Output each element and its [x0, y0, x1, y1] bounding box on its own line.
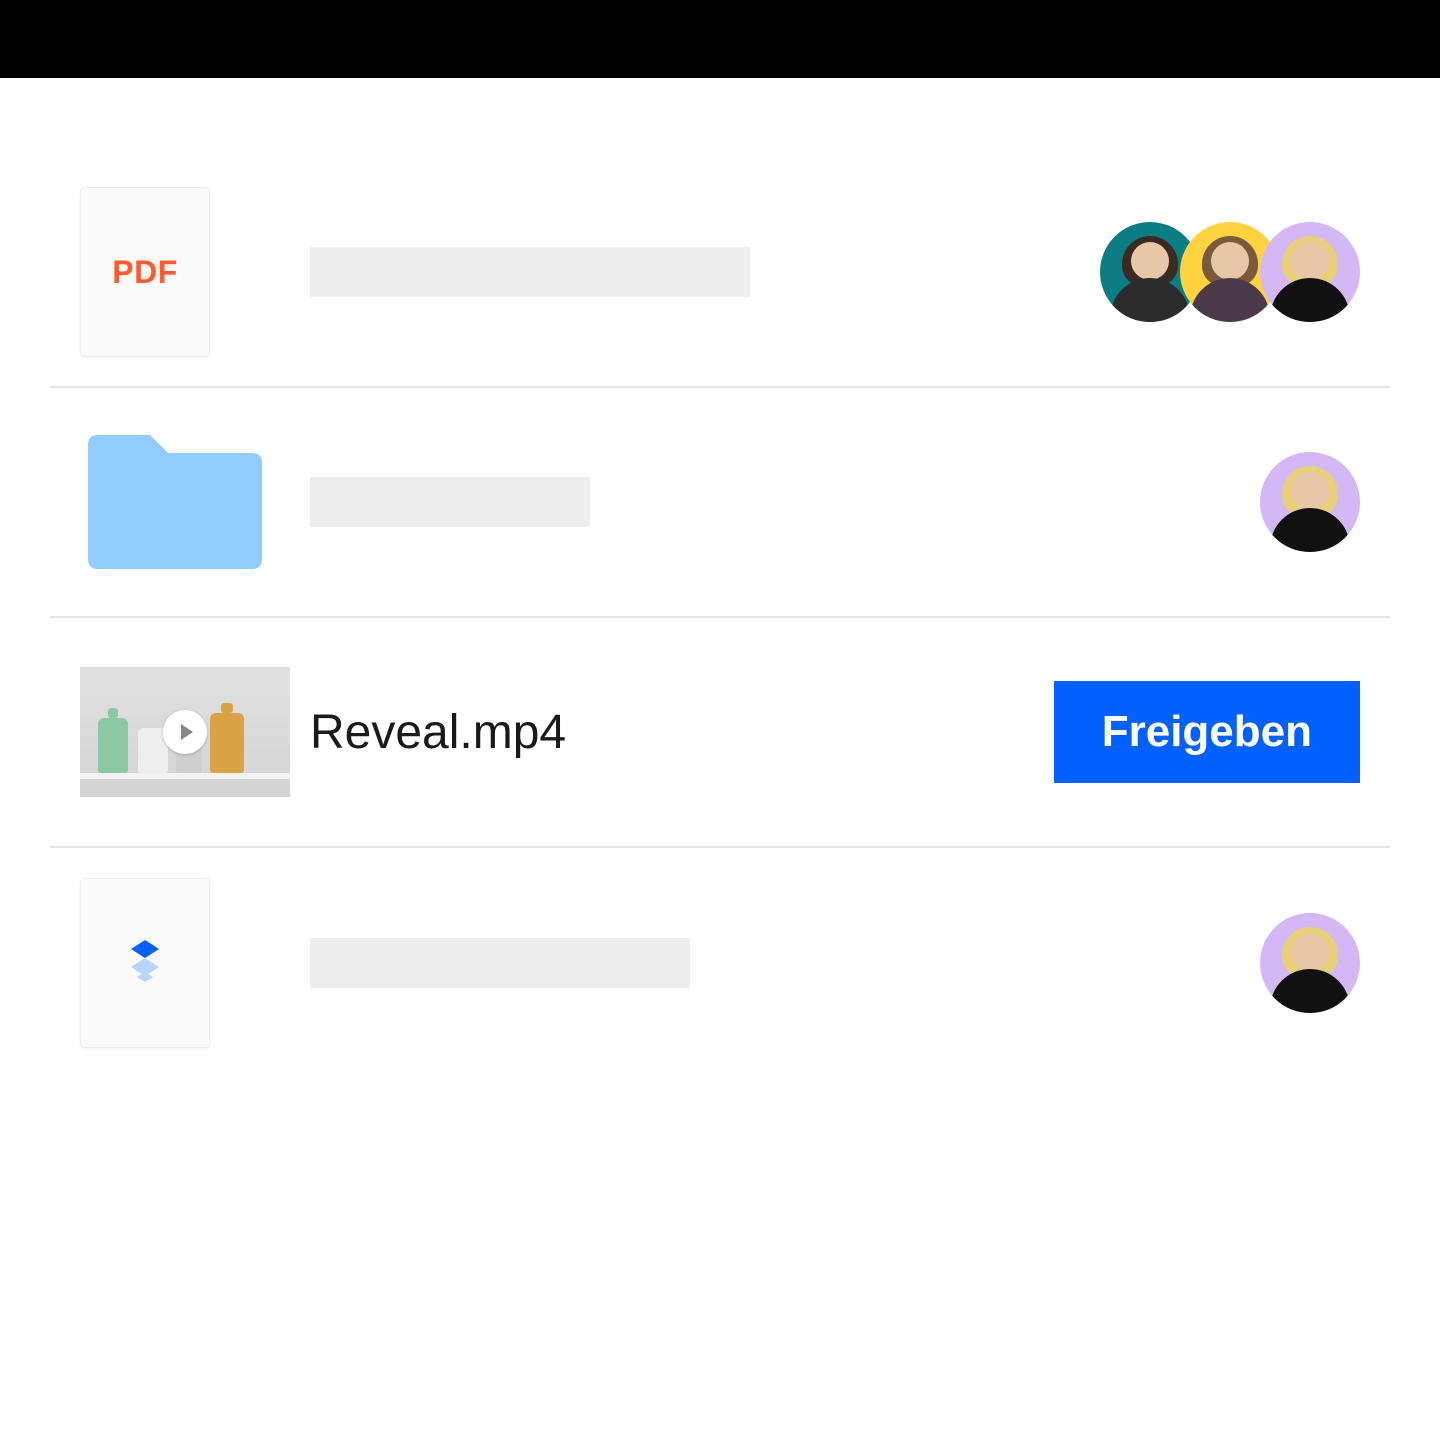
pdf-label: PDF	[112, 254, 178, 291]
avatar[interactable]	[1260, 913, 1360, 1013]
filename-placeholder	[310, 938, 690, 988]
avatar[interactable]	[1260, 452, 1360, 552]
filename-placeholder	[310, 477, 590, 527]
file-row[interactable]: Reveal.mp4 Freigeben	[50, 618, 1390, 848]
play-icon	[163, 710, 207, 754]
file-list-container: PDF	[0, 78, 1440, 1078]
avatar-stack[interactable]	[1100, 222, 1360, 322]
avatar-stack[interactable]	[1260, 913, 1360, 1013]
avatar-stack[interactable]	[1260, 452, 1360, 552]
filename-placeholder	[310, 247, 750, 297]
dropbox-file-icon	[80, 878, 210, 1048]
avatar[interactable]	[1260, 222, 1360, 322]
share-button[interactable]: Freigeben	[1054, 681, 1360, 783]
file-row[interactable]	[50, 848, 1390, 1078]
folder-icon	[80, 427, 270, 577]
file-name: Reveal.mp4	[310, 705, 566, 760]
file-row[interactable]: PDF	[50, 158, 1390, 388]
video-thumbnail-icon	[80, 667, 290, 797]
pdf-file-icon: PDF	[80, 187, 210, 357]
top-black-bar	[0, 0, 1440, 78]
file-row[interactable]	[50, 388, 1390, 618]
